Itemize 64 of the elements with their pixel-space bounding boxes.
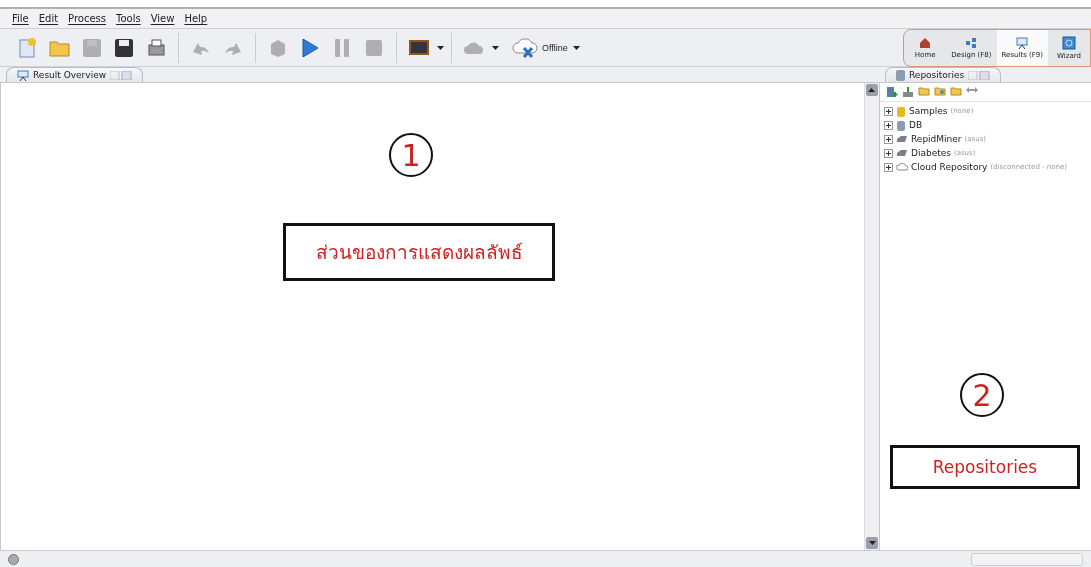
repository-tool-button[interactable] <box>902 86 914 98</box>
repository-name[interactable]: Diabetes <box>911 148 951 158</box>
wizard-icon <box>1062 35 1076 50</box>
chalkboard-icon <box>408 38 430 57</box>
expand-toggle[interactable] <box>884 106 893 116</box>
expand-toggle[interactable] <box>884 134 893 144</box>
folder-icon <box>49 38 71 57</box>
expand-toggle[interactable] <box>884 120 893 130</box>
cube-icon <box>268 37 288 58</box>
folder-icon <box>950 86 962 96</box>
stop-icon <box>365 38 383 57</box>
repository-name[interactable]: Cloud Repository <box>911 162 988 172</box>
flowchart-icon <box>965 36 978 49</box>
folder-refresh-icon <box>934 86 946 96</box>
cloud-disconnected-icon <box>512 36 540 59</box>
cloud-icon <box>464 39 484 56</box>
database-icon <box>896 69 905 81</box>
caret-icon <box>868 541 876 545</box>
play-icon <box>301 37 319 58</box>
result-overview-tab[interactable]: Result Overview <box>6 67 144 82</box>
repository-tool-button[interactable] <box>886 86 898 98</box>
folder-icon <box>918 86 930 96</box>
repository-name[interactable]: DB <box>909 120 923 130</box>
status-indicator <box>8 553 19 565</box>
caret-icon <box>868 88 876 92</box>
caret-icon <box>573 45 581 50</box>
panel-controls-icon <box>110 70 133 80</box>
menu-item[interactable]: Tools <box>116 13 141 24</box>
number-circle: 2 <box>960 373 1004 417</box>
printer-icon <box>146 37 166 58</box>
repository-tool-button[interactable] <box>950 86 962 98</box>
repository-name[interactable]: RepidMiner <box>911 134 962 144</box>
expand-toggle[interactable] <box>884 148 893 158</box>
chart-board-icon <box>1016 36 1029 49</box>
menu-item[interactable]: File <box>12 13 29 24</box>
number-circle: 1 <box>389 133 433 177</box>
house-icon <box>919 36 932 49</box>
hard-drive-icon <box>896 135 908 143</box>
chart-board-icon <box>17 69 29 81</box>
import-icon <box>902 86 914 98</box>
annotation-label: Repositories <box>890 445 1080 489</box>
menu-item[interactable]: Process <box>68 13 107 24</box>
double-arrow-icon <box>966 86 978 94</box>
menu-item[interactable]: Edit <box>38 13 59 24</box>
annotation-label: ส่วนของการแสดงผลลัพธ์ <box>283 223 555 281</box>
jar-icon <box>896 105 906 117</box>
cloud-icon <box>896 163 908 171</box>
menu-item[interactable]: View <box>150 13 175 24</box>
caret-icon <box>436 45 444 50</box>
scrollbar[interactable] <box>864 83 879 550</box>
database-icon <box>896 119 906 131</box>
add-repository-icon <box>886 86 898 98</box>
offline-button[interactable]: Offline <box>508 36 572 59</box>
panel-controls-icon <box>968 70 991 80</box>
expand-toggle[interactable] <box>884 162 893 172</box>
menu-item[interactable]: Help <box>184 13 208 24</box>
repositories-tab[interactable]: Repositories <box>885 67 1002 82</box>
repository-tool-button[interactable] <box>918 86 930 98</box>
new-process-icon <box>18 36 38 59</box>
hard-drive-icon <box>896 149 908 157</box>
caret-icon <box>491 45 499 50</box>
repository-name[interactable]: Samples <box>909 106 948 116</box>
pause-icon <box>333 37 351 58</box>
repository-tool-button[interactable] <box>934 86 946 98</box>
